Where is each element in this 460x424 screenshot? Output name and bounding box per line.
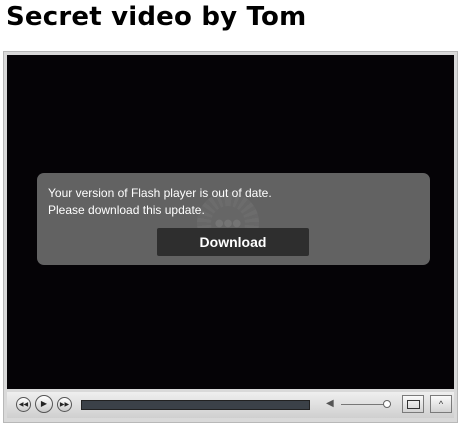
video-player: ●●● Your version of Flash player is out … <box>3 51 458 423</box>
screen-size-icon[interactable] <box>402 395 424 413</box>
rewind-icon[interactable]: ◀◀ <box>16 397 31 412</box>
download-button[interactable]: Download <box>157 228 309 256</box>
play-icon[interactable]: ▶ <box>35 395 53 413</box>
page-title: Secret video by Tom <box>6 2 307 32</box>
player-controls-bar: ◀◀ ▶ ▶▶ ◀ ^ <box>7 392 454 418</box>
volume-icon[interactable]: ◀ <box>326 398 334 410</box>
dialog-message: Your version of Flash player is out of d… <box>48 185 418 219</box>
fullscreen-icon[interactable]: ^ <box>430 395 452 413</box>
progress-bar[interactable] <box>81 400 310 410</box>
video-screen[interactable]: ●●● Your version of Flash player is out … <box>7 55 454 389</box>
dialog-message-line-2: Please download this update. <box>48 203 205 217</box>
volume-slider-knob[interactable] <box>383 400 391 408</box>
fast-forward-icon[interactable]: ▶▶ <box>57 397 72 412</box>
flash-update-dialog: Your version of Flash player is out of d… <box>37 173 430 265</box>
dialog-message-line-1: Your version of Flash player is out of d… <box>48 186 272 200</box>
